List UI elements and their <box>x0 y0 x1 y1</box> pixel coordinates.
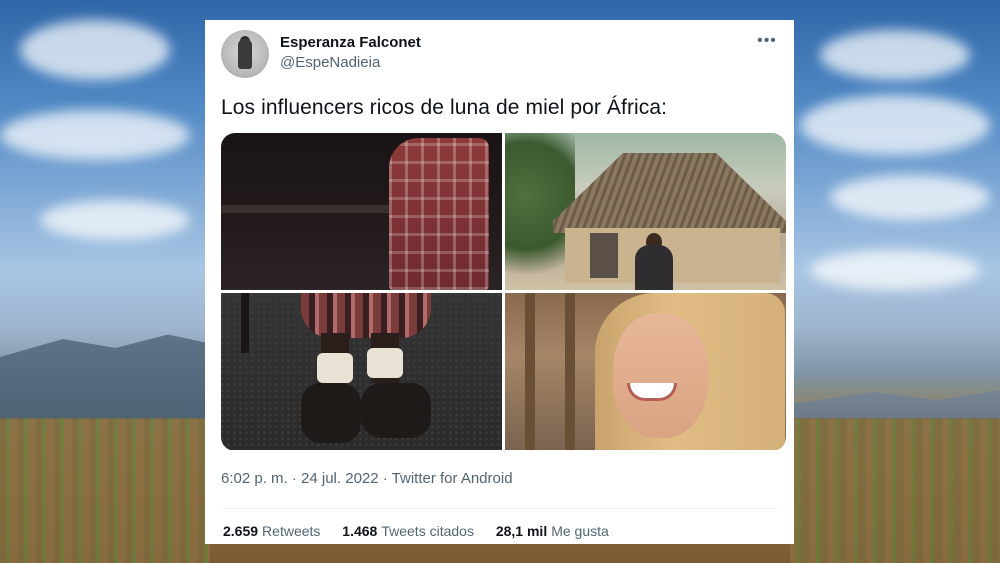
tweet-stats: 2.659 Retweets 1.468 Tweets citados 28,1 m… <box>223 523 627 539</box>
photo-2[interactable] <box>505 133 786 290</box>
quotes-stat[interactable]: 1.468 Tweets citados <box>342 523 478 539</box>
user-handle[interactable]: @EspeNadieia <box>280 54 380 71</box>
retweets-label: Retweets <box>262 523 321 539</box>
tweet-text: Los influencers ricos de luna de miel po… <box>221 96 668 119</box>
quotes-count: 1.468 <box>342 523 378 539</box>
media-grid <box>221 133 786 451</box>
display-name[interactable]: Esperanza Falconet <box>280 34 421 51</box>
retweets-stat[interactable]: 2.659 Retweets <box>223 523 324 539</box>
more-options-icon[interactable]: ••• <box>756 33 778 52</box>
tweet-header: Esperanza Falconet @EspeNadieia ••• <box>221 30 778 78</box>
photo-4[interactable] <box>505 293 786 450</box>
avatar[interactable] <box>221 30 269 78</box>
savanna-ground-right <box>790 418 1000 563</box>
quotes-label: Tweets citados <box>381 523 474 539</box>
photo-3[interactable] <box>221 293 502 450</box>
mountain-right <box>790 390 1000 420</box>
tweet-card: Esperanza Falconet @EspeNadieia ••• Los … <box>205 20 794 544</box>
divider <box>221 508 778 509</box>
likes-stat[interactable]: 28,1 mil Me gusta <box>496 523 609 539</box>
likes-count: 28,1 mil <box>495 523 548 539</box>
retweets-count: 2.659 <box>223 523 259 539</box>
tweet-timestamp[interactable]: 6:02 p. m. · 24 jul. 2022 · Twitter for … <box>221 470 513 487</box>
photo-1[interactable] <box>221 133 502 290</box>
mountain-left <box>0 334 210 420</box>
likes-label: Me gusta <box>551 523 609 539</box>
savanna-ground-left <box>0 418 210 563</box>
